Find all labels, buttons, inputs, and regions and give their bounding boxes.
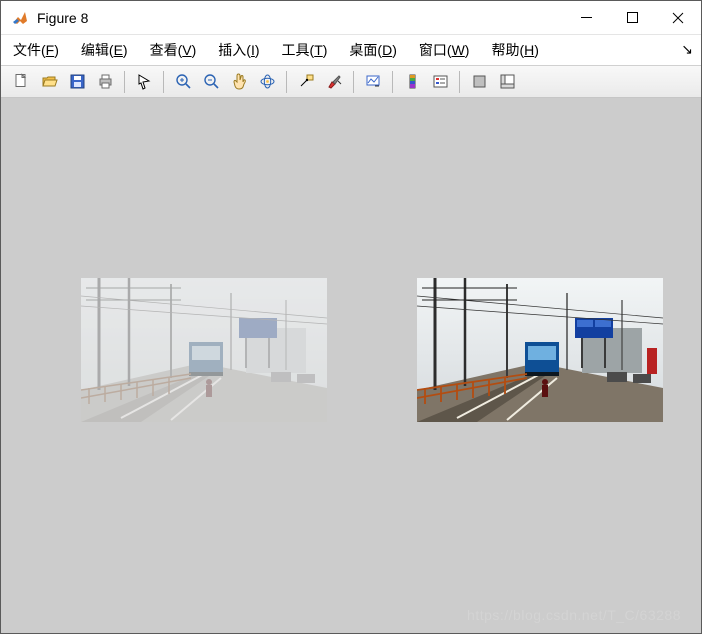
insert-colorbar-button[interactable] <box>399 69 425 95</box>
matlab-icon <box>11 9 29 27</box>
print-button[interactable] <box>92 69 118 95</box>
close-button[interactable] <box>655 1 701 35</box>
menu-file[interactable]: 文件(F) <box>13 40 59 60</box>
link-plots-button[interactable] <box>360 69 386 95</box>
figure-toolbar <box>1 65 701 98</box>
toolbar-separator <box>163 71 164 93</box>
maximize-button[interactable] <box>609 1 655 35</box>
toolbar-separator <box>124 71 125 93</box>
zoom-in-button[interactable] <box>170 69 196 95</box>
toolbar-separator <box>459 71 460 93</box>
open-button[interactable] <box>36 69 62 95</box>
data-cursor-button[interactable] <box>293 69 319 95</box>
menu-edit[interactable]: 编辑(E) <box>81 40 128 60</box>
show-plot-tools-button[interactable] <box>494 69 520 95</box>
subplot-right-image[interactable] <box>417 278 663 422</box>
hide-plot-tools-button[interactable] <box>466 69 492 95</box>
menu-tools[interactable]: 工具(T) <box>282 40 328 60</box>
pan-button[interactable] <box>226 69 252 95</box>
toolbar-separator <box>286 71 287 93</box>
rotate3d-button[interactable] <box>254 69 280 95</box>
zoom-out-button[interactable] <box>198 69 224 95</box>
menu-bar: 文件(F) 编辑(E) 查看(V) 插入(I) 工具(T) 桌面(D) 窗口(W… <box>1 35 701 65</box>
figure-canvas[interactable]: https://blog.csdn.net/T_C/63288 <box>1 98 701 633</box>
insert-legend-button[interactable] <box>427 69 453 95</box>
subplot-left-image[interactable] <box>81 278 327 422</box>
brush-button[interactable] <box>321 69 347 95</box>
menu-desktop[interactable]: 桌面(D) <box>349 40 396 60</box>
menu-view[interactable]: 查看(V) <box>150 40 197 60</box>
new-figure-button[interactable] <box>8 69 34 95</box>
minimize-button[interactable] <box>563 1 609 35</box>
menu-window[interactable]: 窗口(W) <box>419 40 470 60</box>
menu-insert[interactable]: 插入(I) <box>218 40 259 60</box>
menu-help[interactable]: 帮助(H) <box>491 40 538 60</box>
window-title: Figure 8 <box>37 10 563 26</box>
edit-plot-button[interactable] <box>131 69 157 95</box>
dock-arrow-icon[interactable]: ↘ <box>681 41 693 58</box>
toolbar-separator <box>353 71 354 93</box>
save-button[interactable] <box>64 69 90 95</box>
watermark-text: https://blog.csdn.net/T_C/63288 <box>467 607 681 623</box>
title-bar: Figure 8 <box>1 1 701 35</box>
toolbar-separator <box>392 71 393 93</box>
